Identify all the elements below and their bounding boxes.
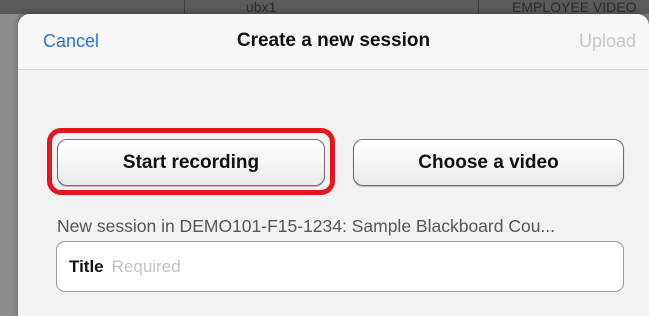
modal-nav-bar: Cancel Create a new session Upload: [18, 14, 649, 70]
title-field-label: Title: [69, 256, 104, 276]
title-input[interactable]: [111, 256, 532, 277]
modal-title: Create a new session: [236, 30, 431, 51]
title-field[interactable]: Title: [56, 241, 624, 292]
choose-video-button[interactable]: Choose a video: [353, 139, 624, 186]
background-column-text: EMPLOYEE VIDEO: [512, 0, 637, 14]
upload-button[interactable]: Upload: [579, 31, 636, 52]
background-sidebar: [0, 14, 18, 316]
background-divider: [478, 0, 479, 14]
start-recording-label: Start recording: [122, 151, 260, 173]
choose-video-label: Choose a video: [418, 151, 559, 173]
create-session-modal: Cancel Create a new session Upload Start…: [18, 14, 649, 316]
background-divider: [184, 0, 185, 14]
start-recording-button[interactable]: Start recording: [57, 139, 325, 186]
background-column-text: ubx1: [246, 0, 277, 14]
session-course-label: New session in DEMO101-F15-1234: Sample …: [57, 216, 556, 236]
